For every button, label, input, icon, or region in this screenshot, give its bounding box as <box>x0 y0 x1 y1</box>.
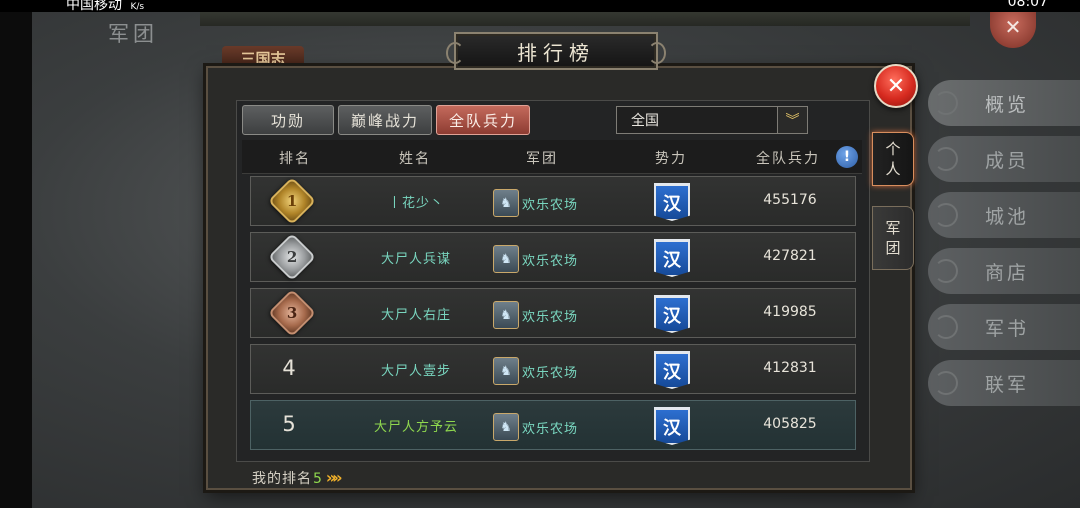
panel-title: 排行榜 <box>517 40 595 65</box>
legion-emblem-icon: ♞ <box>493 245 519 273</box>
legion-name: 欢乐农场 <box>522 197 579 213</box>
panel-title-banner: 排行榜 <box>446 32 666 70</box>
carrier-label: 中国移动 <box>66 0 122 12</box>
rank-value: 5 <box>282 412 296 436</box>
table-row[interactable]: 4 大尸人壹步 ♞ 欢乐农场 汉 412831 <box>250 344 856 394</box>
carrier-info: 中国移动 K/s <box>66 0 144 12</box>
legion-cell: ♞ 欢乐农场 <box>493 245 578 273</box>
table-row[interactable]: 2 大尸人兵谋 ♞ 欢乐农场 汉 427821 <box>250 232 856 282</box>
player-name[interactable]: 大尸人右庄 <box>381 304 451 323</box>
menu-item-alliance[interactable]: 联军 <box>928 360 1080 406</box>
close-icon: ✕ <box>1004 15 1022 39</box>
table-row[interactable]: 1 丨花少丶 ♞ 欢乐农场 汉 455176 <box>250 176 856 226</box>
table-header: 排名 姓名 军团 势力 全队兵力 <box>242 140 862 174</box>
faction-flag-icon: 汉 <box>654 351 690 389</box>
tab-peak-power[interactable]: 巅峰战力 <box>338 105 432 135</box>
legion-name: 欢乐农场 <box>522 253 579 269</box>
header-legion: 军团 <box>526 151 558 167</box>
tab-legion[interactable]: 军 团 <box>872 206 914 270</box>
legion-emblem-icon: ♞ <box>493 301 519 329</box>
legion-name: 欢乐农场 <box>522 365 579 381</box>
status-bar: 中国移动 K/s 08:07 <box>0 0 1080 12</box>
legion-emblem-icon: ♞ <box>493 357 519 385</box>
troop-count: 405825 <box>763 416 817 432</box>
legion-side-menu: 概览 成员 城池 商店 军书 联军 <box>928 80 1080 416</box>
region-dropdown[interactable]: 全国 ︾ <box>616 106 808 134</box>
menu-item-members[interactable]: 成员 <box>928 136 1080 182</box>
clock: 08:07 <box>1007 0 1048 10</box>
silver-medal-icon: 2 <box>267 232 317 282</box>
swirl-icon <box>934 371 958 395</box>
rank-value: 2 <box>286 248 298 266</box>
legion-emblem-icon: ♞ <box>493 189 519 217</box>
info-icon[interactable]: ! <box>836 146 858 168</box>
panel-close-button[interactable]: ✕ <box>874 64 918 108</box>
rank-value: 1 <box>286 192 298 210</box>
legion-cell: ♞ 欢乐农场 <box>493 413 578 441</box>
region-selected-value: 全国 <box>631 113 659 129</box>
menu-item-label: 联军 <box>984 373 1029 396</box>
resource-strip <box>200 12 970 26</box>
player-name[interactable]: 大尸人兵谋 <box>381 248 451 267</box>
legion-cell: ♞ 欢乐农场 <box>493 189 578 217</box>
player-name[interactable]: 大尸人方予云 <box>374 416 458 435</box>
bronze-medal-icon: 3 <box>267 288 317 338</box>
menu-item-shop[interactable]: 商店 <box>928 248 1080 294</box>
menu-item-label: 军书 <box>984 317 1029 340</box>
legion-cell: ♞ 欢乐农场 <box>493 357 578 385</box>
legion-name: 欢乐农场 <box>522 309 579 325</box>
menu-item-label: 概览 <box>984 93 1029 116</box>
menu-item-overview[interactable]: 概览 <box>928 80 1080 126</box>
swirl-icon <box>934 315 958 339</box>
speed-unit: K/s <box>130 2 145 12</box>
double-chevron-right-icon: »» <box>325 468 343 487</box>
menu-item-cities[interactable]: 城池 <box>928 192 1080 238</box>
menu-item-label: 商店 <box>984 261 1029 284</box>
faction-flag-icon: 汉 <box>654 239 690 277</box>
menu-item-military-book[interactable]: 军书 <box>928 304 1080 350</box>
my-rank-value: 5 <box>313 471 323 487</box>
troop-count: 419985 <box>763 304 817 320</box>
tab-total-troops[interactable]: 全队兵力 <box>436 105 530 135</box>
rank-value: 4 <box>282 356 296 380</box>
my-rank-label: 我的排名 <box>252 471 312 487</box>
troop-count: 412831 <box>763 360 817 376</box>
close-icon: ✕ <box>886 73 906 99</box>
gold-medal-icon: 1 <box>267 176 317 226</box>
faction-flag-icon: 汉 <box>654 183 690 221</box>
tab-personal[interactable]: 个 人 <box>872 132 914 186</box>
header-faction: 势力 <box>655 151 687 167</box>
tab-personal-label-top: 个 <box>885 140 901 158</box>
table-row-self[interactable]: 5 大尸人方予云 ♞ 欢乐农场 汉 405825 <box>250 400 856 450</box>
swirl-icon <box>934 91 958 115</box>
troop-count: 455176 <box>763 192 817 208</box>
legion-close-button[interactable]: ✕ <box>990 12 1036 48</box>
tab-legion-label-bottom: 团 <box>885 239 901 257</box>
chevron-down-icon[interactable]: ︾ <box>777 107 807 133</box>
swirl-icon <box>934 259 958 283</box>
menu-item-label: 城池 <box>984 205 1029 228</box>
legion-name: 欢乐农场 <box>522 421 579 437</box>
menu-item-label: 成员 <box>984 149 1029 172</box>
legion-emblem-icon: ♞ <box>493 413 519 441</box>
legion-cell: ♞ 欢乐农场 <box>493 301 578 329</box>
faction-flag-icon: 汉 <box>654 295 690 333</box>
my-rank-link[interactable]: 我的排名5»» <box>252 468 343 488</box>
header-name: 姓名 <box>399 151 431 167</box>
tab-legion-label-top: 军 <box>885 219 901 237</box>
player-name[interactable]: 丨花少丶 <box>388 192 444 211</box>
swirl-icon <box>934 203 958 227</box>
player-name[interactable]: 大尸人壹步 <box>381 360 451 379</box>
rank-value: 3 <box>286 304 298 322</box>
header-troops: 全队兵力 <box>756 151 820 167</box>
swirl-icon <box>934 147 958 171</box>
tab-merit[interactable]: 功勋 <box>242 105 334 135</box>
legion-section-title: 军团 <box>108 22 158 46</box>
troop-count: 427821 <box>763 248 817 264</box>
header-rank: 排名 <box>279 151 311 167</box>
faction-flag-icon: 汉 <box>654 407 690 445</box>
tab-personal-label-bottom: 人 <box>885 160 901 178</box>
table-row[interactable]: 3 大尸人右庄 ♞ 欢乐农场 汉 419985 <box>250 288 856 338</box>
